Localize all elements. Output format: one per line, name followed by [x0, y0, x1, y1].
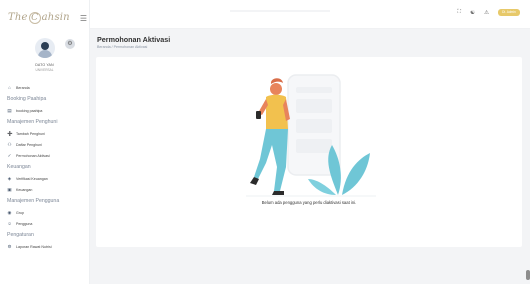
brand: The Cahsin ☰ — [0, 0, 89, 36]
sidebar-item-label: Tambah Penghuni — [16, 131, 45, 136]
empty-state-card: Belum ada pengguna yang perlu diaktivasi… — [96, 57, 522, 247]
sidebar-item-label: Verifikasi Keuangan — [16, 176, 48, 181]
sidebar-item[interactable]: ◈ Verifikasi Keuangan — [0, 173, 89, 184]
sidebar-item[interactable]: ⚙ Laporan Rawat Nutrisi — [0, 241, 89, 252]
group-icon: ◉ — [7, 209, 12, 215]
user-plus-icon: ➕ — [7, 130, 13, 136]
menu-toggle-icon[interactable]: ☰ — [80, 14, 87, 23]
breadcrumb: Beranda / Permohonan Aktivasi — [97, 45, 148, 49]
topbar: ⛶ ☯ ⚠ Di. Admin — [90, 0, 530, 29]
main-content: Permohonan Aktivasi Beranda / Permohonan… — [90, 29, 530, 284]
plant-leaf — [342, 153, 370, 195]
person-phone — [256, 111, 261, 119]
sidebar-section-header: Booking Paahipa — [7, 96, 47, 102]
phone-line — [296, 119, 332, 133]
page-title: Permohonan Aktivasi — [97, 35, 171, 44]
person-shoe — [272, 191, 284, 195]
brand-logo[interactable]: The Cahsin — [8, 12, 70, 24]
notification-icon[interactable]: ⚠ — [484, 10, 489, 16]
wallet-icon: ▣ — [7, 186, 12, 192]
settings-icon: ⚙ — [7, 243, 12, 249]
profile-role: UNIVERSAL — [35, 68, 54, 72]
sidebar-item-label: Keuangan — [16, 187, 33, 192]
sidebar-item[interactable]: ▤ booking paahipa — [0, 105, 89, 116]
sidebar-item-label: booking paahipa — [16, 108, 43, 113]
file-icon: ▤ — [7, 107, 12, 113]
person-head — [270, 83, 282, 95]
phone-line — [296, 99, 332, 113]
sidebar-item[interactable]: ✓ Permohonan Aktivasi — [0, 150, 89, 161]
person-pants — [254, 129, 288, 191]
scrollbar[interactable] — [526, 270, 530, 280]
users-icon: ⚇ — [7, 141, 12, 147]
empty-state-illustration — [246, 74, 376, 197]
profile-name: DATO YAN — [35, 63, 54, 67]
sidebar: The Cahsin ☰ ⚙ DATO YAN UNIVERSAL ⌂ Berand… — [0, 0, 90, 284]
sidebar-item[interactable]: ➕ Tambah Penghuni — [0, 128, 89, 139]
language-icon[interactable]: ☯ — [470, 10, 475, 16]
avatar[interactable] — [34, 38, 55, 58]
sidebar-item[interactable]: ☺ Pengguna — [0, 218, 89, 229]
sidebar-item[interactable]: ◉ Grup — [0, 207, 89, 218]
sidebar-item-label: Pengguna — [16, 221, 33, 226]
empty-state-message: Belum ada pengguna yang perlu diaktivasi… — [261, 200, 357, 205]
sidebar-item[interactable]: ▣ Keuangan — [0, 184, 89, 195]
user-menu-button[interactable]: Di. Admin — [498, 9, 520, 16]
sidebar-item-label: Laporan Rawat Nutrisi — [16, 244, 52, 249]
topbar-divider — [230, 10, 330, 12]
topbar-actions: ⛶ ☯ ⚠ Di. Admin — [457, 9, 520, 16]
fullscreen-icon[interactable]: ⛶ — [457, 9, 461, 16]
sidebar-nav: ⌂ Beranda Booking Paahipa ▤ booking paahipa M… — [0, 82, 89, 252]
sidebar-item-label: Daftar Penghuni — [16, 142, 42, 147]
sidebar-item-label: Beranda — [16, 85, 30, 90]
sidebar-section-header: Manajemen Penghuni — [7, 119, 58, 125]
sidebar-section-header: Manajemen Pengguna — [7, 198, 60, 204]
sidebar-section-header: Keuangan — [7, 164, 31, 170]
user-icon: ☺ — [7, 221, 12, 226]
shield-icon: ◈ — [7, 175, 12, 181]
plant-leaf — [308, 179, 336, 195]
sidebar-item[interactable]: ⌂ Beranda — [0, 82, 89, 93]
profile-settings-icon[interactable]: ⚙ — [65, 39, 75, 49]
sidebar-section-header: Pengaturan — [7, 232, 34, 238]
home-icon: ⌂ — [8, 85, 11, 90]
user-check-icon: ✓ — [7, 152, 12, 158]
phone-line — [296, 87, 332, 93]
sidebar-item-label: Permohonan Aktivasi — [16, 153, 50, 158]
phone-line — [296, 139, 332, 153]
sidebar-item-label: Grup — [16, 210, 24, 215]
profile-card: ⚙ DATO YAN UNIVERSAL — [0, 36, 89, 82]
sidebar-item[interactable]: ⚇ Daftar Penghuni — [0, 139, 89, 150]
